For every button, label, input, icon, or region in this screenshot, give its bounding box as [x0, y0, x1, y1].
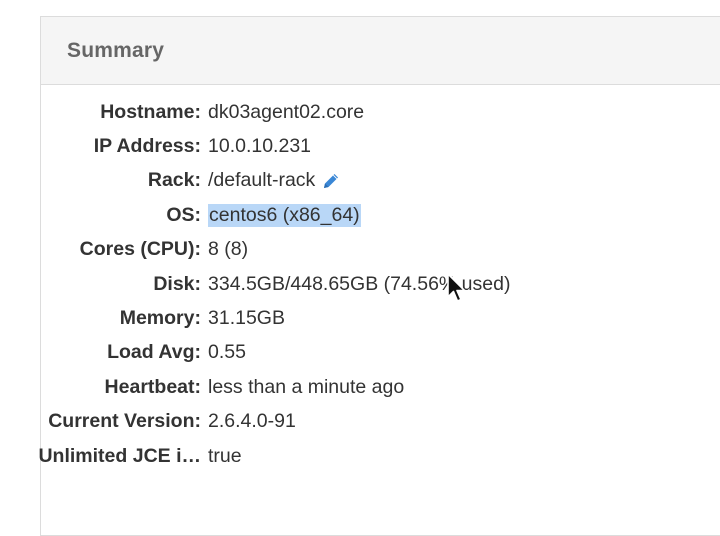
summary-row-heartbeat: Heartbeat: less than a minute ago: [0, 370, 720, 404]
memory-value: 31.15GB: [208, 307, 285, 330]
rack-value: /default-rack: [208, 169, 316, 192]
cores-label: Cores (CPU):: [79, 238, 201, 261]
os-value: centos6 (x86_64): [208, 203, 361, 227]
panel-header: Summary: [41, 17, 720, 85]
unlimited-jce-label: Unlimited JCE i…: [38, 444, 201, 467]
unlimited-jce-value: true: [208, 444, 242, 467]
hostname-value: dk03agent02.core: [208, 100, 365, 123]
summary-row-disk: Disk: 334.5GB/448.65GB (74.56% used): [0, 267, 720, 301]
summary-row-current-version: Current Version: 2.6.4.0-91: [0, 405, 720, 439]
heartbeat-value: less than a minute ago: [208, 375, 405, 398]
load-avg-label: Load Avg:: [107, 341, 201, 364]
os-value-container: centos6 (x86_64): [208, 203, 361, 227]
disk-label: Disk:: [153, 272, 201, 295]
ip-address-label: IP Address:: [93, 135, 201, 158]
os-label: OS:: [166, 203, 201, 226]
panel-title: Summary: [67, 38, 165, 62]
ip-address-value: 10.0.10.231: [208, 135, 312, 158]
summary-row-rack: Rack: /default-rack: [0, 164, 720, 198]
load-avg-value: 0.55: [208, 341, 246, 364]
pencil-edit-icon-graphic: [324, 173, 339, 188]
pencil-edit-icon[interactable]: [321, 171, 341, 191]
summary-row-load-avg: Load Avg: 0.55: [0, 336, 720, 370]
summary-row-os: OS: centos6 (x86_64): [0, 198, 720, 232]
current-version-label: Current Version:: [48, 410, 201, 433]
rack-label: Rack:: [147, 169, 201, 192]
summary-row-cores: Cores (CPU): 8 (8): [0, 233, 720, 267]
heartbeat-label: Heartbeat:: [104, 375, 201, 398]
summary-row-hostname: Hostname: dk03agent02.core: [0, 95, 720, 129]
summary-row-unlimited-jce: Unlimited JCE i… true: [0, 439, 720, 473]
cores-value: 8 (8): [208, 238, 249, 261]
summary-row-ip-address: IP Address: 10.0.10.231: [0, 129, 720, 163]
mouse-pointer-icon: [447, 273, 466, 302]
summary-row-memory: Memory: 31.15GB: [0, 301, 720, 335]
rack-value-container: /default-rack: [208, 169, 341, 192]
summary-list: Hostname: dk03agent02.core IP Address: 1…: [0, 95, 720, 473]
current-version-value: 2.6.4.0-91: [208, 410, 296, 433]
hostname-label: Hostname:: [100, 100, 201, 123]
memory-label: Memory:: [119, 307, 201, 330]
